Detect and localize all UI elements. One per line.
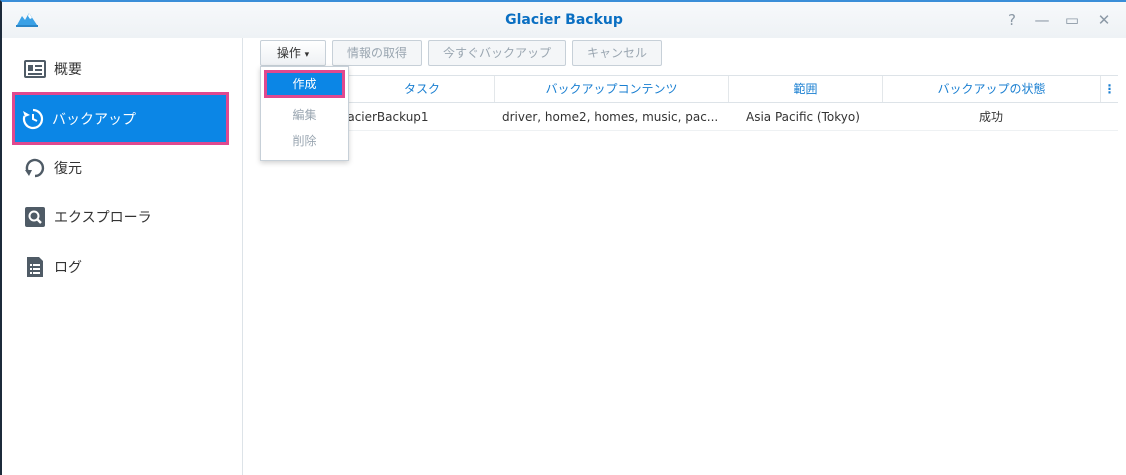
sidebar-item-label: エクスプローラ [54, 210, 152, 226]
task-table-header: タスク バックアップコンテンツ 範囲 バックアップの状態 ⋮ [260, 75, 1118, 103]
backup-icon [22, 108, 44, 129]
sidebar-item-overview[interactable]: 概要 [14, 44, 229, 94]
sidebar-item-label: 概要 [54, 62, 82, 78]
column-header-status[interactable]: バックアップの状態 [882, 76, 1100, 102]
explorer-icon [25, 207, 45, 227]
action-menu-button[interactable]: 操作 ▾ [260, 40, 326, 66]
sidebar-item-restore[interactable]: 復元 [14, 143, 229, 193]
column-options-icon[interactable]: ⋮ [1100, 76, 1118, 102]
caret-down-icon: ▾ [304, 50, 310, 60]
sidebar-item-label: ログ [54, 260, 82, 276]
sidebar-item-label: バックアップ [52, 111, 136, 128]
sidebar-divider [242, 38, 243, 475]
log-icon [27, 257, 43, 277]
action-dropdown-menu: 作成 編集 削除 [260, 66, 349, 161]
window-title: Glacier Backup [505, 12, 623, 28]
menu-item-edit[interactable]: 編集 [264, 101, 345, 129]
cell-task-name: lacierBackup1 [344, 110, 429, 124]
cancel-button[interactable]: キャンセル [572, 40, 662, 66]
maximize-icon[interactable]: ▭ [1062, 10, 1082, 30]
overview-icon [24, 60, 46, 78]
backup-now-button[interactable]: 今すぐバックアップ [428, 40, 566, 66]
action-button-label: 操作 [276, 46, 301, 60]
cell-region: Asia Pacific (Tokyo) [746, 110, 860, 124]
menu-item-delete[interactable]: 削除 [264, 127, 345, 155]
get-info-button[interactable]: 情報の取得 [332, 40, 422, 66]
sidebar-item-log[interactable]: ログ [14, 242, 229, 292]
menu-item-create[interactable]: 作成 [264, 70, 345, 98]
sidebar-item-label: 復元 [54, 161, 82, 177]
sidebar-item-backup[interactable]: バックアップ [12, 92, 229, 145]
help-icon[interactable]: ? [1002, 10, 1022, 30]
minimize-icon[interactable]: — [1032, 10, 1052, 30]
close-icon[interactable]: ✕ [1094, 10, 1114, 30]
cell-backup-contents: driver, home2, homes, music, pac... [502, 110, 719, 124]
column-header-region[interactable]: 範囲 [728, 76, 882, 102]
table-row[interactable]: lacierBackup1 driver, home2, homes, musi… [260, 103, 1118, 131]
cell-status: 成功 [978, 110, 1003, 124]
sidebar-item-explorer[interactable]: エクスプローラ [14, 192, 229, 242]
sidebar: 概要 バックアップ 復元 エクスプローラ ログ [2, 38, 242, 475]
title-bar: Glacier Backup ? — ▭ ✕ [2, 2, 1126, 38]
app-window: Glacier Backup ? — ▭ ✕ 概要 バックアップ 復元 エクスプ… [0, 0, 1126, 475]
column-header-contents[interactable]: バックアップコンテンツ [494, 76, 728, 102]
restore-icon [25, 158, 45, 178]
